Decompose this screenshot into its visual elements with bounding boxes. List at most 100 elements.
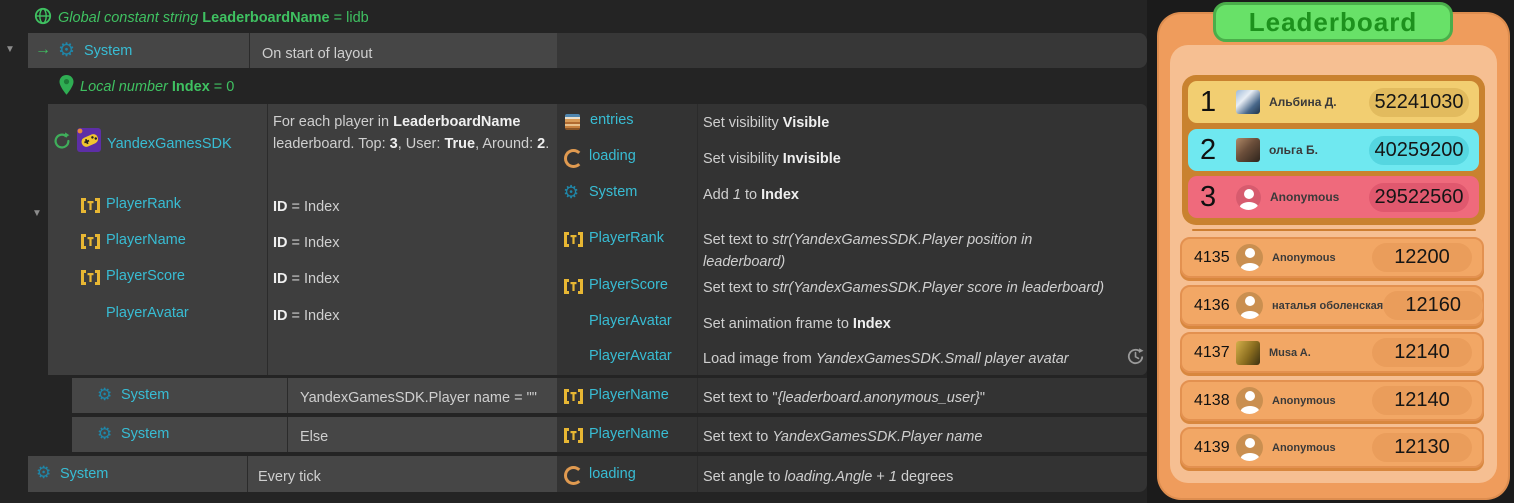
column-divider: [697, 417, 698, 452]
text-object-icon: [80, 197, 101, 214]
object-link-entries[interactable]: entries: [590, 112, 634, 128]
object-link-playername[interactable]: PlayerName: [589, 387, 669, 403]
column-divider: [247, 456, 248, 492]
leaderboard-row-4139: 4139 Anonymous 12130: [1180, 427, 1484, 468]
action-text[interactable]: Set text to str(YandexGamesSDK.Player sc…: [703, 277, 1104, 299]
score-pill: 12130: [1372, 433, 1472, 462]
action-text[interactable]: Set animation frame to Index: [703, 313, 891, 335]
leaderboard-row-4135: 4135 Anonymous 12200: [1180, 237, 1484, 278]
text-object-icon: [563, 231, 584, 248]
action-text[interactable]: Set visibility Visible: [703, 112, 829, 134]
object-link-system[interactable]: System: [84, 43, 132, 59]
person-silhouette-icon: [1236, 292, 1263, 319]
leaderboard-row-1: 1 Альбина Д. 52241030: [1188, 81, 1479, 123]
score-pill: 29522560: [1369, 183, 1469, 212]
condition-text[interactable]: On start of layout: [262, 43, 372, 65]
avatar: [1236, 90, 1260, 114]
leaderboard-divider: [1192, 229, 1476, 231]
object-link-yandexgamessdk[interactable]: YandexGamesSDK: [107, 136, 232, 152]
object-link-loading[interactable]: loading: [589, 466, 636, 482]
action-text[interactable]: Add 1 to Index: [703, 184, 799, 206]
gear-icon: ⚙: [36, 463, 51, 482]
condition-text-foreach[interactable]: For each player in LeaderboardName leade…: [273, 111, 551, 155]
yandex-games-sdk-icon: [77, 128, 101, 152]
leaderboard-title: Leaderboard: [1249, 7, 1418, 38]
condition-text[interactable]: Else: [300, 426, 328, 448]
person-silhouette-icon: [1236, 434, 1263, 461]
object-link-playerscore[interactable]: PlayerScore: [106, 268, 185, 284]
collapse-triangle[interactable]: ▼: [32, 208, 42, 219]
column-divider: [697, 104, 698, 375]
collapse-triangle[interactable]: ▼: [5, 44, 15, 55]
person-silhouette-icon: [1236, 387, 1263, 414]
score-pill: 12140: [1372, 338, 1472, 367]
action-text[interactable]: Load image from YandexGamesSDK.Small pla…: [703, 348, 1069, 370]
player-name: ольга Б.: [1269, 143, 1318, 157]
leaderboard-row-4138: 4138 Anonymous 12140: [1180, 380, 1484, 421]
object-link-system[interactable]: System: [121, 426, 169, 442]
column-divider: [287, 417, 288, 452]
rank-label: 3: [1200, 181, 1230, 214]
object-link-system[interactable]: System: [121, 387, 169, 403]
object-link-playername[interactable]: PlayerName: [589, 426, 669, 442]
column-divider: [697, 456, 698, 492]
action-text[interactable]: Set angle to loading.Angle + 1 degrees: [703, 466, 953, 488]
action-text[interactable]: Set text to YandexGamesSDK.Player name: [703, 426, 982, 448]
event-on-start-action-cell[interactable]: [557, 33, 1147, 68]
condition-text[interactable]: ID = Index: [273, 305, 340, 327]
repeat-loop-icon: [52, 131, 72, 151]
person-silhouette-icon: [1236, 185, 1261, 210]
score-pill: 52241030: [1369, 88, 1469, 117]
object-link-playerrank[interactable]: PlayerRank: [589, 230, 664, 246]
construct-event-sheet-window: Global constant string LeaderboardName =…: [0, 0, 1514, 503]
object-link-playerrank[interactable]: PlayerRank: [106, 196, 181, 212]
object-link-loading[interactable]: loading: [589, 148, 636, 164]
trigger-arrow-icon: →: [35, 42, 51, 58]
leaderboard-title-badge: Leaderboard: [1213, 2, 1453, 42]
action-text[interactable]: Set text to "{leaderboard.anonymous_user…: [703, 387, 985, 409]
player-name: наталья оболенская: [1272, 300, 1383, 312]
text-object-icon: [563, 278, 584, 295]
condition-text[interactable]: YandexGamesSDK.Player name = "": [300, 387, 537, 409]
object-link-system[interactable]: System: [589, 184, 637, 200]
text-object-icon: [80, 233, 101, 250]
avatar: [1236, 138, 1260, 162]
local-variable-declaration[interactable]: Local number Index = 0: [80, 79, 234, 95]
condition-text[interactable]: ID = Index: [273, 268, 340, 290]
gear-icon: ⚙: [97, 385, 112, 404]
condition-text[interactable]: ID = Index: [273, 232, 340, 254]
object-link-playerscore[interactable]: PlayerScore: [589, 277, 668, 293]
action-text[interactable]: Set visibility Invisible: [703, 148, 841, 170]
column-divider: [697, 378, 698, 413]
player-name: Musa A.: [1269, 347, 1311, 359]
condition-text[interactable]: Every tick: [258, 466, 321, 488]
player-name: Anonymous: [1272, 442, 1336, 454]
gear-icon: ⚙: [563, 183, 579, 202]
text-object-icon: [80, 269, 101, 286]
avatar: [1236, 341, 1260, 365]
column-divider: [287, 378, 288, 413]
score-pill: 12200: [1372, 243, 1472, 272]
async-wait-icon: [1126, 347, 1145, 366]
object-link-system[interactable]: System: [60, 466, 108, 482]
action-text[interactable]: Set text to str(YandexGamesSDK.Player po…: [703, 229, 1088, 273]
score-pill: 12160: [1383, 291, 1483, 320]
score-pill: 12140: [1372, 386, 1472, 415]
object-link-playername[interactable]: PlayerName: [106, 232, 186, 248]
gear-icon: ⚙: [58, 41, 75, 60]
object-link-playeravatar[interactable]: PlayerAvatar: [589, 313, 672, 329]
object-link-playeravatar[interactable]: PlayerAvatar: [589, 348, 672, 364]
rank-label: 4137: [1194, 344, 1236, 362]
rank-label: 4138: [1194, 392, 1236, 410]
condition-text[interactable]: ID = Index: [273, 196, 340, 218]
player-name: Альбина Д.: [1269, 95, 1337, 109]
global-variable-declaration[interactable]: Global constant string LeaderboardName =…: [58, 10, 369, 26]
object-link-playeravatar[interactable]: PlayerAvatar: [106, 305, 189, 321]
leaderboard-row-4137: 4137 Musa A. 12140: [1180, 332, 1484, 373]
text-object-icon: [563, 388, 584, 405]
leaderboard-row-2: 2 ольга Б. 40259200: [1188, 129, 1479, 171]
player-name: Anonymous: [1272, 252, 1336, 264]
rank-label: 1: [1200, 86, 1230, 119]
entries-icon: [565, 114, 580, 130]
text-object-icon: [563, 427, 584, 444]
